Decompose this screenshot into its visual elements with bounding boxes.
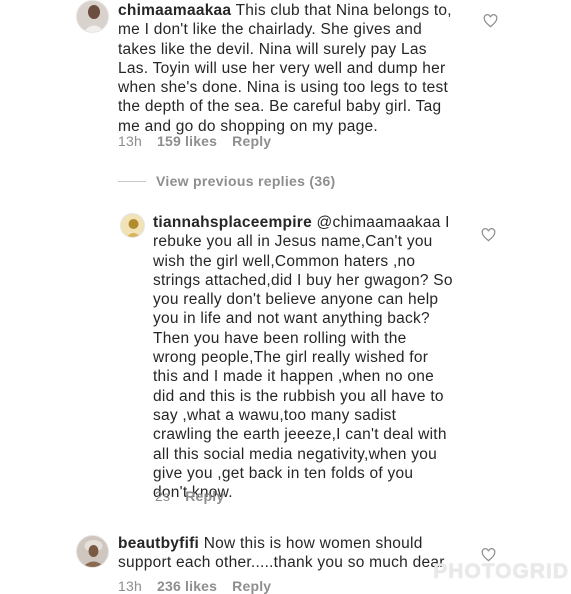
avatar[interactable] <box>76 0 109 33</box>
comment-username[interactable]: tiannahsplaceempire <box>153 214 312 231</box>
comment-time: 2s <box>155 488 171 504</box>
likes-count[interactable]: 159 likes <box>157 133 217 149</box>
comment-text: chimaamaakaa This club that Nina belongs… <box>118 1 498 136</box>
user-photo-icon <box>77 1 108 32</box>
user-photo-icon <box>77 536 108 567</box>
watermark: PHOTOGRID <box>433 560 569 583</box>
reply-button[interactable]: Reply <box>232 133 271 149</box>
reply-button[interactable]: Reply <box>185 488 224 504</box>
comment-body: @chimaamaakaa I rebuke you all in Jesus … <box>153 214 453 502</box>
comment-meta: 2s Reply <box>155 488 239 504</box>
avatar[interactable] <box>76 535 109 568</box>
user-photo-icon <box>121 214 144 237</box>
view-previous-replies[interactable]: View previous replies (36) <box>156 173 336 189</box>
avatar[interactable] <box>120 213 145 238</box>
heart-outline-icon[interactable] <box>481 228 496 242</box>
comment-username[interactable]: chimaamaakaa <box>118 2 231 19</box>
heart-outline-icon[interactable] <box>483 14 498 28</box>
replies-divider <box>118 181 146 182</box>
comment-body: This club that Nina belongs to, me I don… <box>118 2 452 135</box>
comment-time: 13h <box>118 133 142 149</box>
comment-meta: 13h 159 likes Reply <box>118 133 286 149</box>
comment-text: tiannahsplaceempire @chimaamaakaa I rebu… <box>153 213 483 502</box>
comment-username[interactable]: beautbyfifi <box>118 535 199 552</box>
